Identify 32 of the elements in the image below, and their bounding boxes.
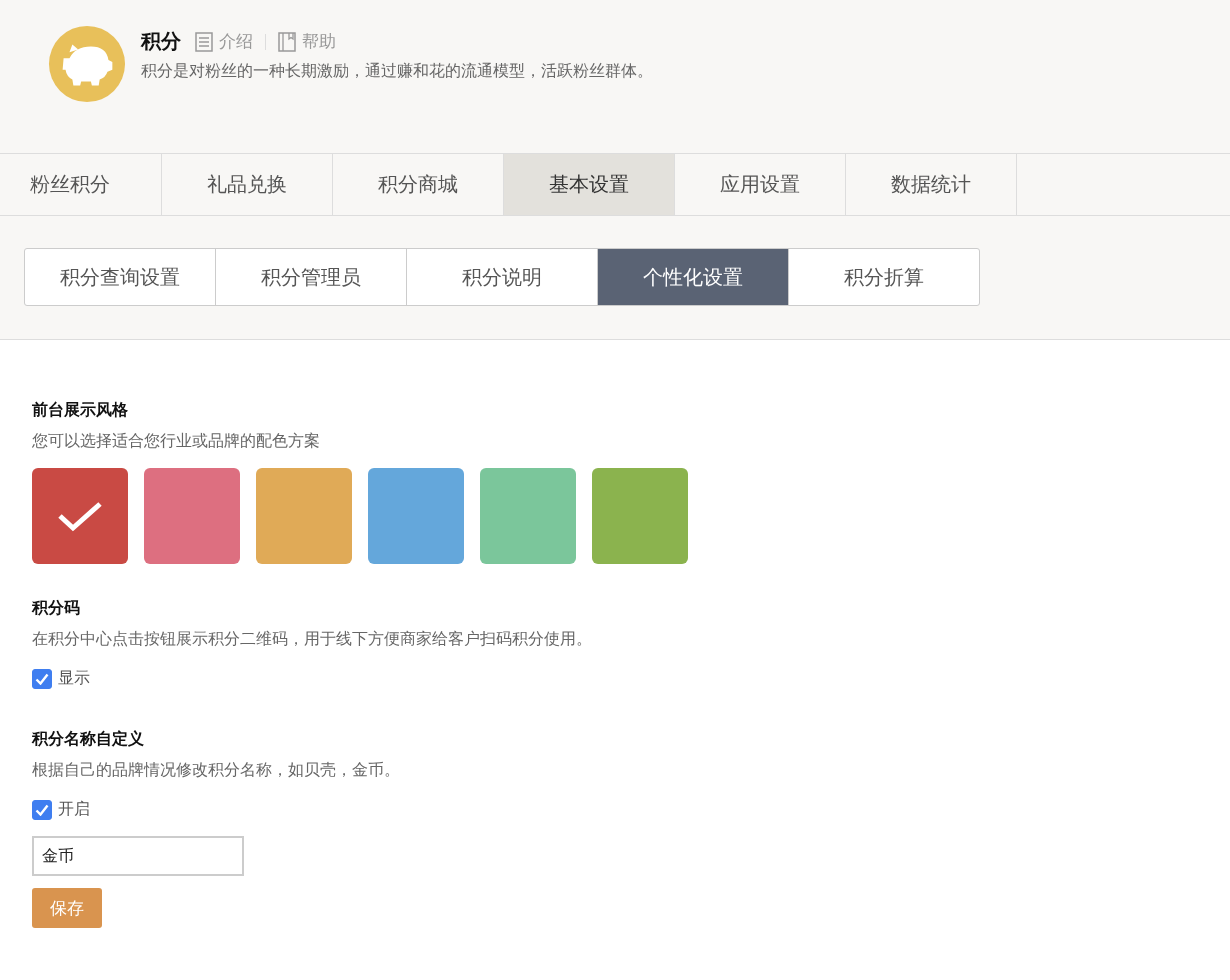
color-swatch[interactable] — [32, 468, 128, 564]
check-icon — [57, 500, 103, 532]
section-title: 积分名称自定义 — [32, 729, 145, 750]
checkbox-label: 开启 — [58, 799, 90, 820]
checkbox-label: 显示 — [58, 668, 90, 689]
nav-tab[interactable]: 礼品兑换 — [162, 154, 333, 215]
checkbox[interactable] — [32, 668, 52, 689]
input-field[interactable]: 金币 — [32, 836, 244, 876]
section-description: 在积分中心点击按钮展示积分二维码，用于线下方便商家给客户扫码积分使用。 — [32, 629, 593, 650]
app-title: 积分 — [141, 28, 181, 55]
color-swatch[interactable] — [256, 468, 352, 564]
sub-tab[interactable]: 积分管理员 — [216, 249, 407, 305]
nav-tab[interactable]: 应用设置 — [675, 154, 846, 215]
sub-tab[interactable]: 积分折算 — [789, 249, 979, 305]
color-swatch[interactable] — [144, 468, 240, 564]
document-icon — [195, 31, 213, 52]
book-icon — [278, 31, 296, 52]
nav-tab[interactable]: 数据统计 — [846, 154, 1017, 215]
app-description: 积分是对粉丝的一种长期激励，通过赚和花的流通模型，活跃粉丝群体。 — [141, 61, 653, 82]
section-description: 您可以选择适合您行业或品牌的配色方案 — [32, 431, 321, 452]
piggy-bank-icon — [48, 25, 126, 103]
color-swatch[interactable] — [368, 468, 464, 564]
section-description: 根据自己的品牌情况修改积分名称，如贝壳，金币。 — [32, 760, 401, 781]
checkbox[interactable] — [32, 799, 52, 820]
nav-tab[interactable]: 基本设置 — [504, 154, 675, 215]
color-swatch[interactable] — [592, 468, 688, 564]
nav-tab[interactable]: 粉丝积分 — [0, 154, 162, 215]
sub-tab[interactable]: 积分查询设置 — [25, 249, 216, 305]
section-title: 前台展示风格 — [32, 400, 129, 421]
sub-tab[interactable]: 个性化设置 — [598, 249, 789, 305]
section-title: 积分码 — [32, 598, 81, 619]
color-swatch[interactable] — [480, 468, 576, 564]
